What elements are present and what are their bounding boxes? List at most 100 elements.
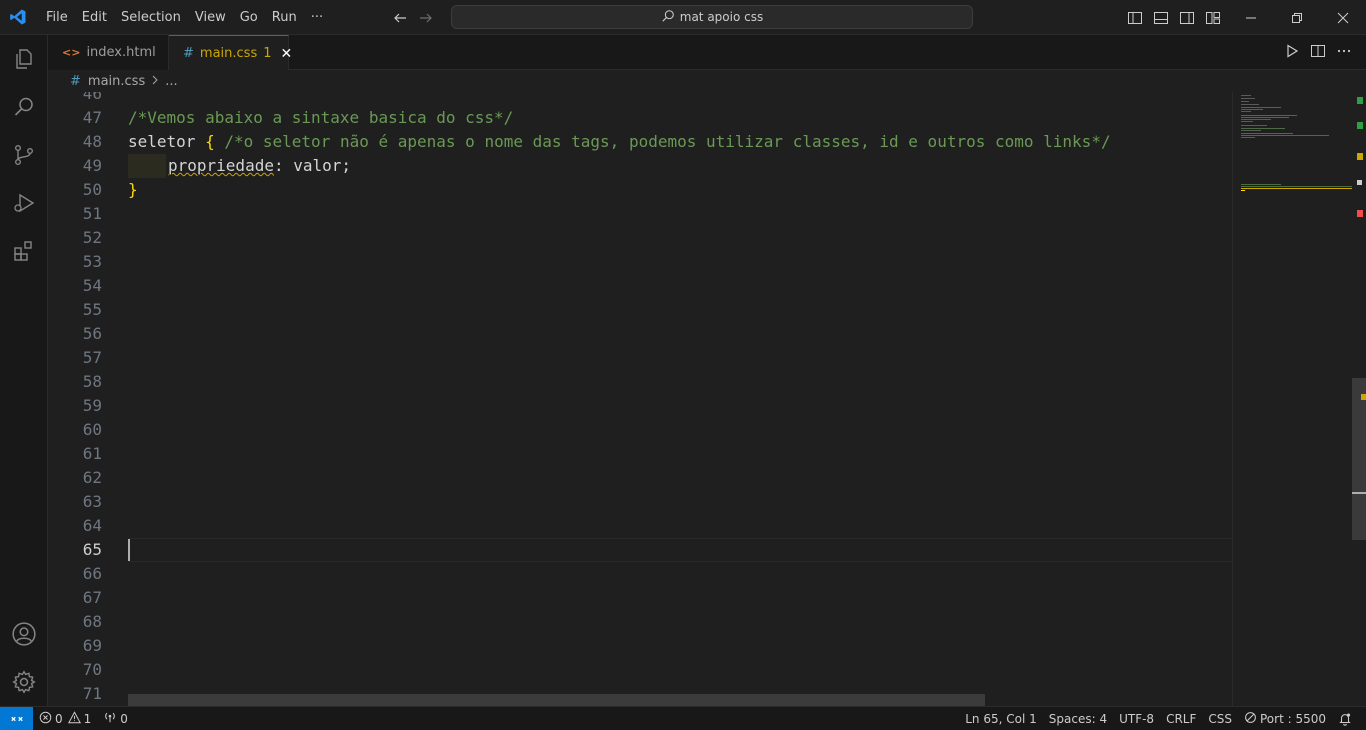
- minimap-line: [1241, 115, 1297, 116]
- line-number: 67: [82, 588, 102, 607]
- css-selector: seletor: [128, 132, 196, 151]
- minimap[interactable]: [1232, 92, 1353, 706]
- css-brace-close: }: [128, 180, 138, 199]
- problems-status[interactable]: 0 1: [33, 707, 97, 730]
- horizontal-scrollbar[interactable]: [128, 694, 985, 706]
- menu-view[interactable]: View: [188, 0, 233, 35]
- minimap-line: [1241, 128, 1285, 129]
- indentation[interactable]: Spaces: 4: [1043, 707, 1113, 730]
- line-number: 48: [82, 132, 102, 151]
- menu-file[interactable]: File: [39, 0, 75, 35]
- account-icon[interactable]: [0, 610, 48, 658]
- line-number: 60: [82, 420, 102, 439]
- run-and-debug-icon[interactable]: [0, 179, 48, 227]
- html-file-icon: <>: [62, 46, 81, 59]
- ports-count: 0: [120, 711, 128, 726]
- language-mode[interactable]: CSS: [1202, 707, 1238, 730]
- breadcrumb: # main.css ...: [48, 70, 1366, 92]
- css-property: propriedade: [168, 156, 274, 175]
- code-line-48: seletor { /*o seletor não é apenas o nom…: [128, 130, 1111, 154]
- line-number: 54: [82, 276, 102, 295]
- toggle-primary-sidebar-icon[interactable]: [1126, 9, 1144, 27]
- live-server-port[interactable]: Port : 5500: [1238, 707, 1332, 730]
- minimap-line: [1241, 109, 1263, 110]
- minimap-line: [1241, 133, 1293, 134]
- minimap-line: [1241, 125, 1267, 126]
- back-arrow-icon[interactable]: [392, 10, 408, 26]
- css-value: valor: [293, 156, 342, 175]
- vscode-logo-icon: [0, 0, 35, 35]
- scroll-marker-added: [1357, 122, 1363, 129]
- settings-gear-icon[interactable]: [0, 658, 48, 706]
- tab-index-html[interactable]: <> index.html: [48, 35, 169, 70]
- run-icon[interactable]: [1284, 43, 1300, 63]
- nav-arrows: [392, 0, 434, 35]
- code-editor[interactable]: 46 47 48 49 50 51 52 53 54 55 56 57 58 5…: [48, 92, 1232, 706]
- menu-more[interactable]: ···: [304, 0, 330, 35]
- search-sidebar-icon[interactable]: [0, 83, 48, 131]
- tab-main-css[interactable]: # main.css 1 ✕: [169, 35, 292, 71]
- close-window-icon[interactable]: [1320, 0, 1366, 35]
- window-controls: [1228, 0, 1366, 35]
- end-of-line[interactable]: CRLF: [1160, 707, 1202, 730]
- status-right: Ln 65, Col 1 Spaces: 4 UTF-8 CRLF CSS Po…: [959, 707, 1358, 730]
- search-text: mat apoio css: [679, 10, 764, 24]
- line-number: 62: [82, 468, 102, 487]
- line-number: 56: [82, 324, 102, 343]
- ports-status[interactable]: 0: [97, 707, 134, 730]
- line-number: 59: [82, 396, 102, 415]
- broadcast-icon: [103, 710, 117, 727]
- line-number: 50: [82, 180, 102, 199]
- port-label: Port : 5500: [1260, 711, 1326, 726]
- circle-slash-icon: [1244, 711, 1257, 727]
- minimap-line: [1241, 137, 1255, 138]
- css-file-icon: #: [183, 46, 194, 61]
- menu-run[interactable]: Run: [265, 0, 304, 35]
- line-number: 53: [82, 252, 102, 271]
- code-line-47: /*Vemos abaixo a sintaxe basica do css*/: [128, 106, 513, 130]
- line-number: 61: [82, 444, 102, 463]
- breadcrumb-symbol[interactable]: ...: [165, 74, 177, 89]
- minimap-line: [1241, 119, 1271, 120]
- minimap-line: [1241, 135, 1329, 136]
- editor-actions: [1284, 35, 1352, 70]
- minimap-line: [1241, 98, 1255, 99]
- split-editor-icon[interactable]: [1310, 43, 1326, 63]
- chevron-right-icon: [151, 74, 159, 89]
- extensions-icon[interactable]: [0, 227, 48, 275]
- explorer-icon[interactable]: [0, 35, 48, 83]
- minimap-line: [1241, 117, 1289, 118]
- cursor-position[interactable]: Ln 65, Col 1: [959, 707, 1043, 730]
- restore-icon[interactable]: [1274, 0, 1320, 35]
- remote-indicator-icon[interactable]: [0, 707, 33, 730]
- encoding[interactable]: UTF-8: [1113, 707, 1160, 730]
- line-number: 66: [82, 564, 102, 583]
- breadcrumb-file[interactable]: main.css: [88, 74, 145, 89]
- minimap-line: [1241, 101, 1249, 102]
- vertical-scrollbar-thumb[interactable]: [1352, 378, 1366, 540]
- toggle-secondary-sidebar-icon[interactable]: [1178, 9, 1196, 27]
- minimize-icon[interactable]: [1228, 0, 1274, 35]
- command-center-search[interactable]: mat apoio css: [451, 5, 973, 29]
- line-number: 46: [82, 92, 102, 103]
- more-actions-icon[interactable]: [1336, 43, 1352, 63]
- menu-selection[interactable]: Selection: [114, 0, 188, 35]
- scroll-marker-cursor: [1357, 180, 1362, 185]
- line-number: 68: [82, 612, 102, 631]
- menu-go[interactable]: Go: [233, 0, 265, 35]
- status-bar: 0 1 0 Ln 65, Col 1 Spaces: 4 UTF-8 CRLF …: [0, 706, 1366, 730]
- minimap-line: [1241, 95, 1251, 96]
- menu-edit[interactable]: Edit: [75, 0, 114, 35]
- current-line-highlight: [128, 538, 1232, 562]
- customize-layout-icon[interactable]: [1204, 9, 1222, 27]
- source-control-icon[interactable]: [0, 131, 48, 179]
- line-number: 47: [82, 108, 102, 127]
- notifications-bell-icon[interactable]: [1332, 707, 1358, 730]
- close-icon[interactable]: ✕: [281, 46, 293, 62]
- error-count: 0: [55, 711, 63, 726]
- toggle-panel-icon[interactable]: [1152, 9, 1170, 27]
- minimap-warning-line: [1241, 188, 1353, 189]
- line-number: 58: [82, 372, 102, 391]
- forward-arrow-icon[interactable]: [418, 10, 434, 26]
- line-number: 49: [82, 156, 102, 175]
